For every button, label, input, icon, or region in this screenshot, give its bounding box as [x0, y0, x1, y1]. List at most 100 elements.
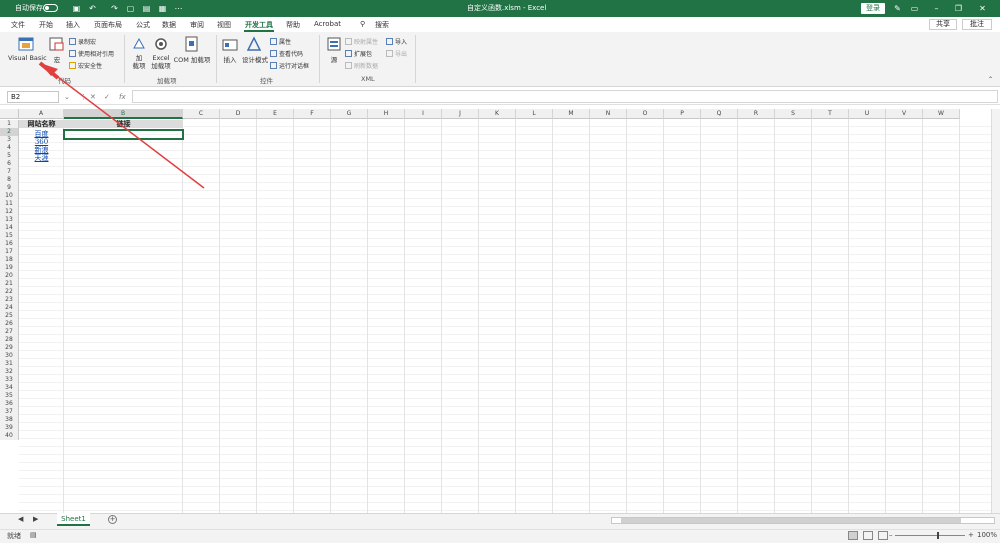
row-header[interactable]: 8 — [0, 176, 19, 184]
row-header[interactable]: 4 — [0, 144, 19, 152]
export-button[interactable]: 导出 — [386, 49, 407, 58]
row-header[interactable]: 11 — [0, 200, 19, 208]
row-header[interactable]: 28 — [0, 336, 19, 344]
page-layout-view-icon[interactable] — [863, 531, 873, 540]
row-header[interactable]: 5 — [0, 152, 19, 160]
design-mode-button[interactable]: 设计模式 — [241, 54, 269, 64]
column-header[interactable]: Q — [701, 109, 738, 119]
name-box-dropdown-icon[interactable]: ⌄ — [64, 93, 70, 101]
open-file-icon[interactable]: ▤ — [142, 4, 151, 13]
row-header[interactable]: 38 — [0, 416, 19, 424]
cell-A2[interactable]: 百度 — [19, 130, 64, 138]
column-header[interactable]: J — [442, 109, 479, 119]
column-header[interactable]: R — [738, 109, 775, 119]
row-header[interactable]: 33 — [0, 376, 19, 384]
row-header[interactable]: 16 — [0, 240, 19, 248]
source-button[interactable]: 源 — [327, 54, 341, 64]
properties-button[interactable]: 属性 — [270, 37, 291, 46]
new-file-icon[interactable]: ▢ — [126, 4, 135, 13]
row-header[interactable]: 25 — [0, 312, 19, 320]
com-addins-button[interactable]: COM 加载项 — [173, 54, 211, 64]
name-box[interactable]: B2 — [7, 91, 59, 103]
row-header[interactable]: 3 — [0, 136, 19, 144]
row-header[interactable]: 40 — [0, 432, 19, 440]
tab-file[interactable]: 文件 — [11, 20, 25, 30]
row-header[interactable]: 34 — [0, 384, 19, 392]
customize-qat-icon[interactable]: ⋯ — [174, 4, 183, 13]
refresh-data-button[interactable]: 刷新数据 — [345, 61, 378, 70]
row-header[interactable]: 21 — [0, 280, 19, 288]
prev-sheet-icon[interactable]: ◀ — [18, 515, 23, 523]
expansion-packs-button[interactable]: 扩展包 — [345, 49, 372, 58]
column-header[interactable]: D — [220, 109, 257, 119]
cell-A1[interactable]: 网站名称 — [19, 120, 64, 128]
view-code-button[interactable]: 查看代码 — [270, 49, 303, 58]
row-header[interactable]: 2 — [0, 128, 19, 136]
page-break-view-icon[interactable] — [878, 531, 888, 540]
visual-basic-button[interactable]: Visual Basic — [8, 54, 47, 62]
enter-icon[interactable]: ✓ — [104, 93, 110, 101]
column-header[interactable]: L — [516, 109, 553, 119]
column-header[interactable]: T — [812, 109, 849, 119]
row-header[interactable]: 14 — [0, 224, 19, 232]
tab-review[interactable]: 审阅 — [190, 20, 204, 30]
tab-page-layout[interactable]: 页面布局 — [94, 20, 122, 30]
macro-security-button[interactable]: 宏安全性 — [69, 61, 102, 70]
zoom-slider-handle[interactable] — [937, 532, 939, 539]
row-header[interactable]: 36 — [0, 400, 19, 408]
normal-view-icon[interactable] — [848, 531, 858, 540]
row-header[interactable]: 7 — [0, 168, 19, 176]
zoom-slider[interactable] — [895, 535, 965, 536]
collapse-ribbon-icon[interactable]: ⌃ — [988, 76, 993, 83]
search-icon[interactable]: ⚲ — [360, 20, 365, 28]
cell-B1[interactable]: 链接 — [64, 120, 183, 128]
search-box[interactable]: 搜索 — [375, 20, 389, 30]
row-header[interactable]: 26 — [0, 320, 19, 328]
add-sheet-icon[interactable]: + — [108, 515, 117, 524]
column-header[interactable]: I — [405, 109, 442, 119]
zoom-in-icon[interactable]: + — [968, 531, 974, 539]
column-header[interactable]: M — [553, 109, 590, 119]
formula-input[interactable] — [132, 90, 998, 103]
row-header[interactable]: 20 — [0, 272, 19, 280]
comments-button[interactable]: 批注 — [962, 19, 992, 30]
column-header[interactable]: B — [64, 109, 183, 119]
sheet-tab-sheet1[interactable]: Sheet1 — [57, 513, 90, 526]
next-sheet-icon[interactable]: ▶ — [33, 515, 38, 523]
column-header[interactable]: V — [886, 109, 923, 119]
row-header[interactable]: 24 — [0, 304, 19, 312]
insert-function-button[interactable]: fx — [119, 93, 126, 101]
zoom-out-icon[interactable]: – — [889, 531, 893, 539]
record-macro-button[interactable]: 录制宏 — [69, 37, 96, 46]
row-header[interactable]: 9 — [0, 184, 19, 192]
ribbon-display-icon[interactable]: ▭ — [910, 4, 919, 13]
restore-icon[interactable]: ❐ — [954, 4, 963, 13]
row-header[interactable]: 37 — [0, 408, 19, 416]
tab-insert[interactable]: 插入 — [66, 20, 80, 30]
column-header[interactable]: W — [923, 109, 960, 119]
cell-A4[interactable]: 新浪 — [19, 146, 64, 154]
row-header[interactable]: 32 — [0, 368, 19, 376]
zoom-level[interactable]: 100% — [977, 531, 997, 539]
vertical-scrollbar[interactable] — [991, 109, 1000, 513]
tab-developer[interactable]: 开发工具 — [245, 20, 273, 30]
tab-acrobat[interactable]: Acrobat — [314, 20, 341, 28]
tab-view[interactable]: 视图 — [217, 20, 231, 30]
select-all-corner[interactable] — [0, 109, 19, 119]
column-header[interactable]: E — [257, 109, 294, 119]
row-header[interactable]: 27 — [0, 328, 19, 336]
row-header[interactable]: 35 — [0, 392, 19, 400]
macro-record-icon[interactable]: ▤ — [30, 531, 37, 539]
pen-icon[interactable]: ✎ — [893, 4, 902, 13]
row-header[interactable]: 13 — [0, 216, 19, 224]
column-header[interactable]: F — [294, 109, 331, 119]
signin-button[interactable]: 登录 — [861, 3, 885, 14]
row-header[interactable]: 29 — [0, 344, 19, 352]
save-icon[interactable]: ▣ — [72, 4, 81, 13]
row-header[interactable]: 18 — [0, 256, 19, 264]
column-header[interactable]: S — [775, 109, 812, 119]
row-header[interactable]: 10 — [0, 192, 19, 200]
column-header[interactable]: N — [590, 109, 627, 119]
minimize-icon[interactable]: – — [932, 4, 941, 13]
row-header[interactable]: 30 — [0, 352, 19, 360]
